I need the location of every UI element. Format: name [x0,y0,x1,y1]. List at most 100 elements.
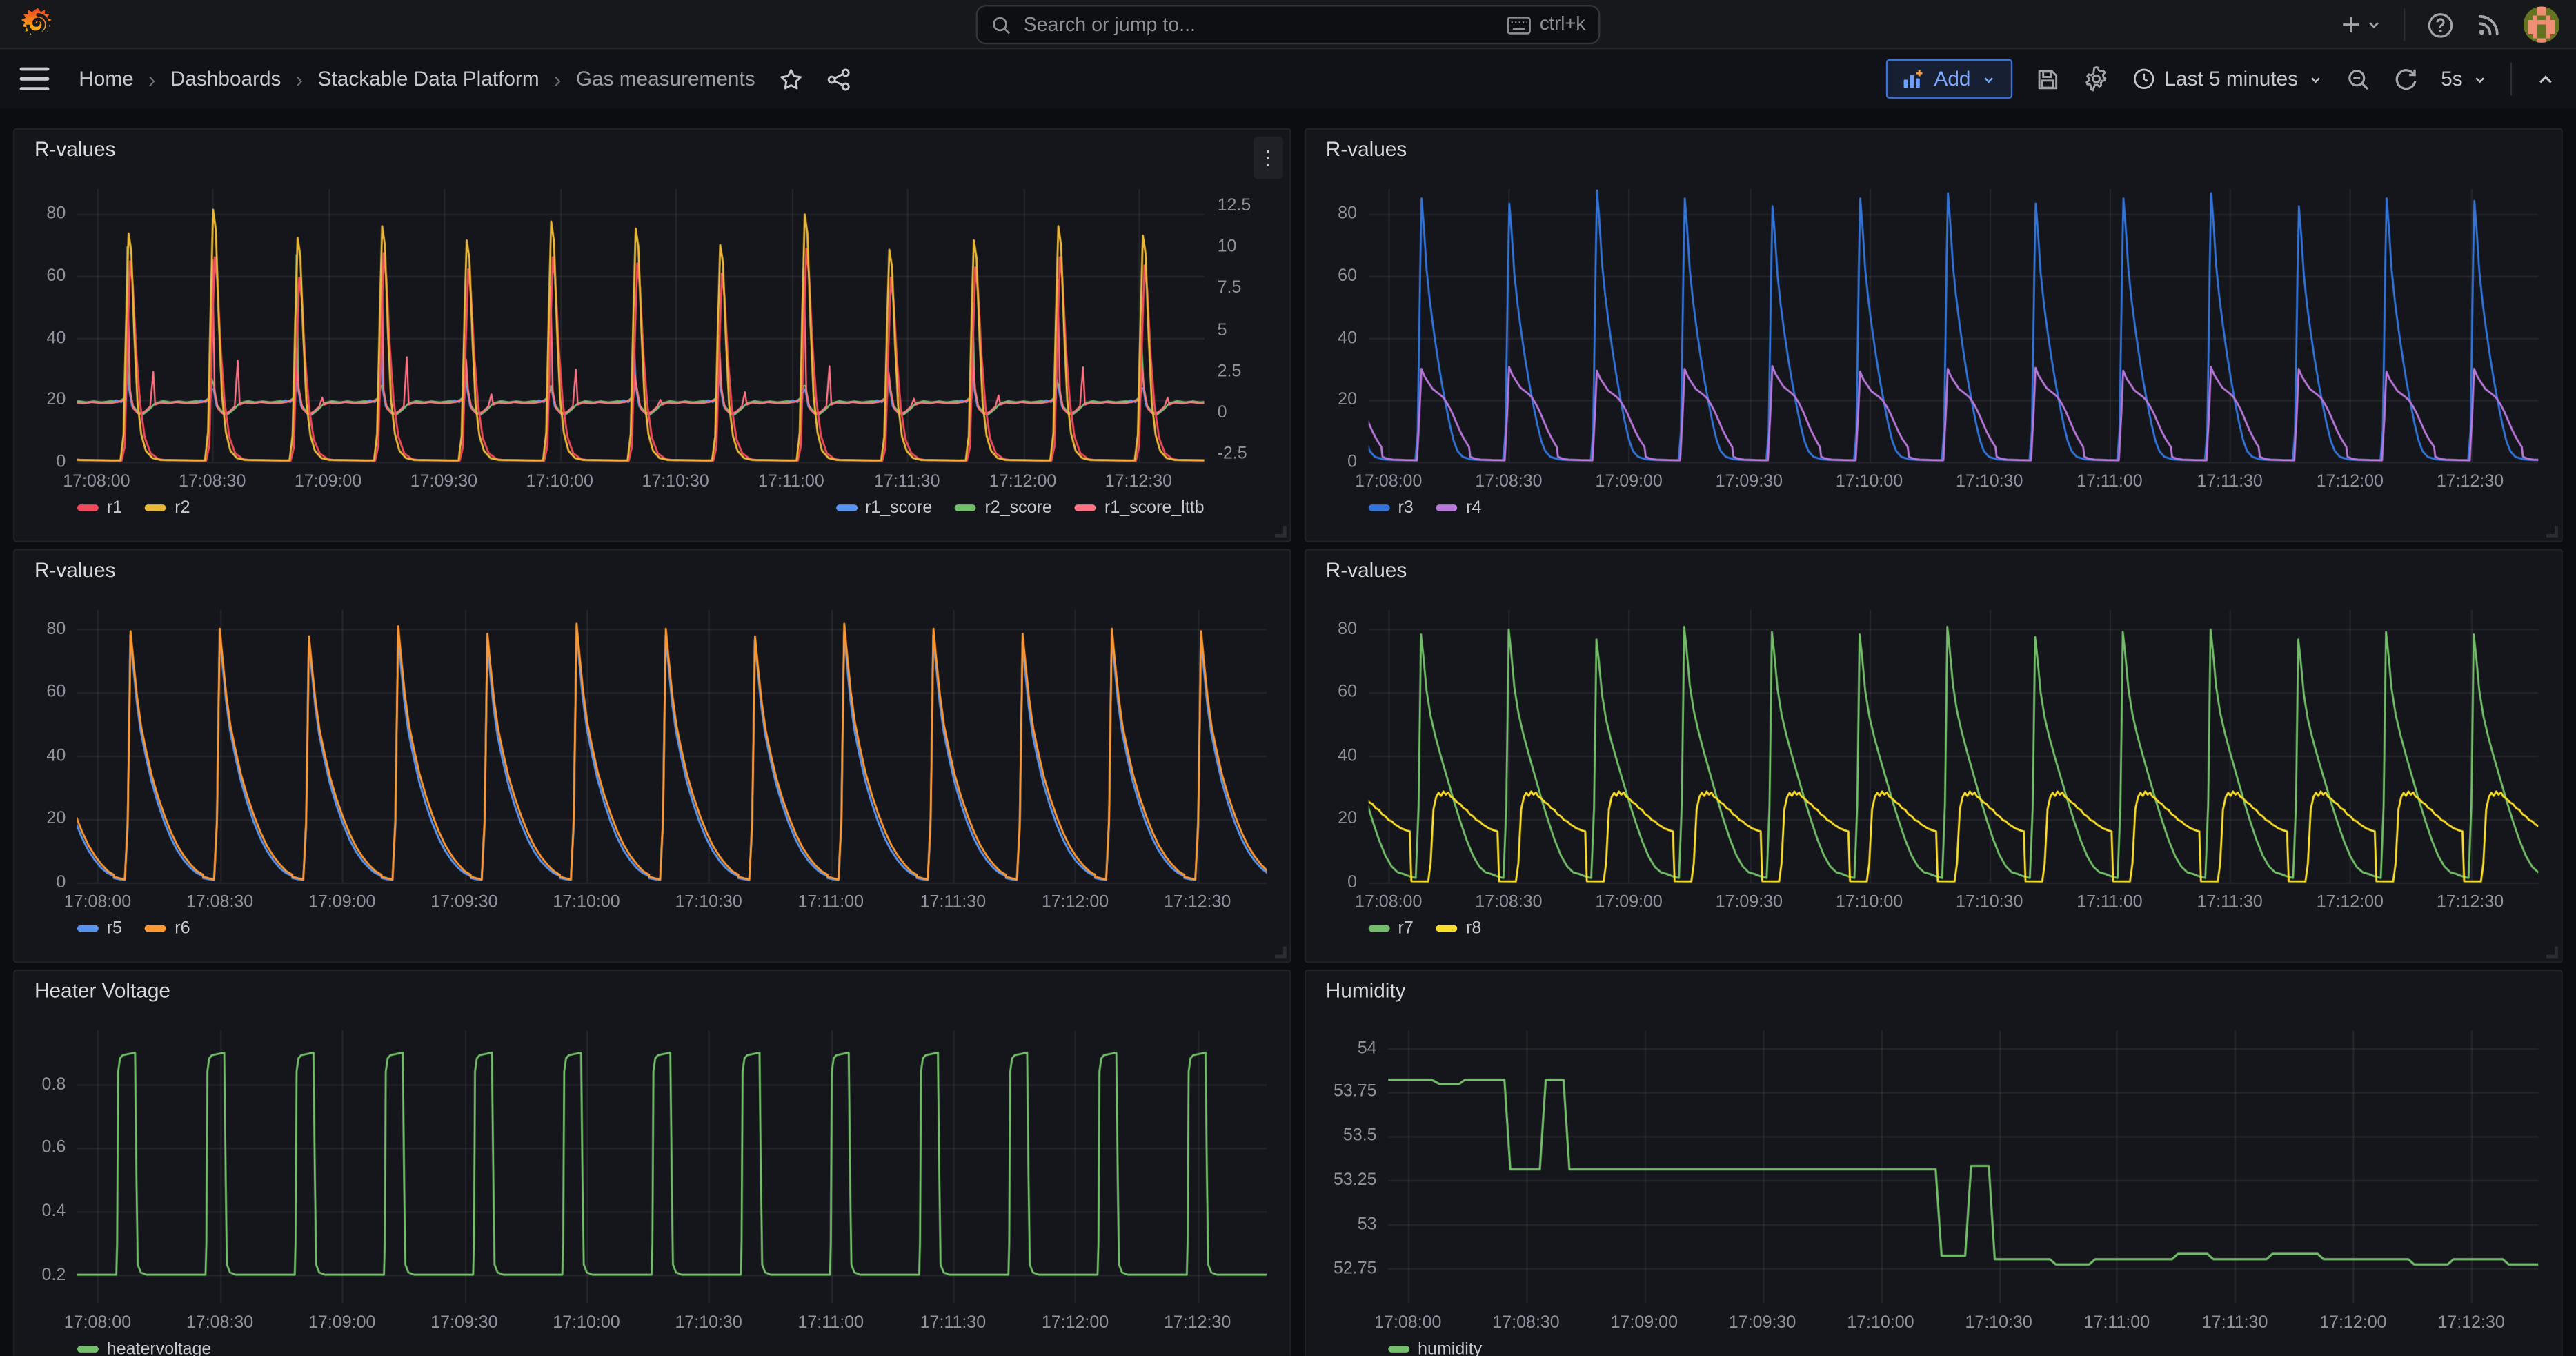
search-placeholder: Search or jump to... [1024,13,1496,36]
legend-swatch [1369,504,1390,511]
legend-swatch [1436,925,1458,932]
legend-item-heatervoltage[interactable]: heatervoltage [77,1339,211,1356]
breadcrumb-dashboards[interactable]: Dashboards [170,68,281,90]
panel-heater-voltage: Heater Voltage 0.20.40.60.817:08:0017:08… [13,970,1291,1356]
panel-title[interactable]: R-values [1306,138,2561,161]
add-panel-icon [1903,68,1924,90]
legend-item-r8[interactable]: r8 [1436,918,1481,939]
legend-item-r2_score[interactable]: r2_score [955,498,1052,518]
axis-tick-label: 17:08:30 [1475,471,1542,491]
axis-tick-label: 5 [1218,320,1227,340]
panel-humidity: Humidity 52.755353.2553.553.755417:08:00… [1305,970,2563,1356]
panel-resize-handle[interactable] [1275,947,1287,959]
breadcrumb-home[interactable]: Home [79,68,133,90]
chevron-down-icon [1981,72,1995,86]
legend-item-r1_score[interactable]: r1_score [835,498,932,518]
legend-swatch [77,504,99,511]
axis-tick-label: 17:08:00 [63,471,130,491]
legend: r7 r8 [1369,918,2539,939]
help-icon [2426,10,2454,38]
save-dashboard-button[interactable] [2034,66,2059,91]
axis-tick-label: 17:12:00 [1042,1313,1109,1333]
axis-tick-label: 17:11:00 [2077,471,2142,491]
favorite-star-button[interactable] [778,66,803,91]
refresh-button[interactable] [2393,66,2418,91]
zoom-out-button[interactable] [2346,66,2370,91]
axis-tick-label: 17:09:30 [430,892,497,912]
axis-tick-label: 40 [1338,746,1357,766]
breadcrumb-folder[interactable]: Stackable Data Platform [318,68,539,90]
axis-tick-label: 53 [1358,1214,1377,1234]
panel-title[interactable]: R-values [14,138,1289,161]
share-button[interactable] [826,66,851,91]
panel-title[interactable]: R-values [1306,559,2561,582]
legend-item-r1[interactable]: r1 [77,498,122,518]
legend-swatch [77,1346,99,1353]
news-button[interactable] [2476,12,2502,38]
axis-tick-label: 10 [1218,237,1237,257]
panel-menu-button[interactable]: ⋮ [1254,137,1283,179]
axis-tick-label: 17:12:30 [2437,1313,2504,1333]
legend-item-r3[interactable]: r3 [1369,498,1414,518]
axis-tick-label: 0 [1347,452,1357,472]
axis-tick-label: 17:11:00 [758,471,824,491]
collapse-toolbar-button[interactable] [2535,68,2556,90]
panel-resize-handle[interactable] [2546,947,2558,959]
breadcrumb-current[interactable]: Gas measurements [576,68,755,90]
menu-toggle-button[interactable] [20,68,50,90]
axis-tick-label: 17:09:00 [1595,471,1662,491]
divider [2510,62,2512,95]
avatar[interactable] [2524,7,2559,43]
dashboard-grid: R-values ⋮ 020406080-2.502.557.51012.517… [13,128,2563,1356]
refresh-interval-picker[interactable]: 5s [2441,68,2487,90]
gear-icon [2082,66,2108,92]
axis-tick-label: 17:10:30 [675,892,742,912]
axis-tick-label: 17:10:00 [1836,471,1903,491]
add-button[interactable]: Add [1886,59,2012,99]
axis-tick-label: 17:12:00 [2319,1313,2386,1333]
axis-tick-label: 80 [46,619,66,639]
axis-tick-label: 0.8 [41,1074,66,1094]
axis-tick-label: 17:09:30 [430,1313,497,1333]
panel-resize-handle[interactable] [1275,526,1287,538]
panel-resize-handle[interactable] [2546,526,2558,538]
axis-tick-label: 17:09:00 [1611,1313,1678,1333]
new-menu-button[interactable] [2339,13,2382,36]
axis-tick-label: 17:09:30 [1716,471,1783,491]
dashboard-settings-button[interactable] [2082,66,2108,92]
axis-tick-label: 60 [46,266,66,286]
legend-item-r2[interactable]: r2 [145,498,190,518]
axis-tick-label: 0.4 [41,1201,66,1221]
panel-title[interactable]: Heater Voltage [14,979,1289,1002]
time-series-plot[interactable] [14,971,1289,1355]
grafana-logo[interactable] [20,7,56,43]
legend-item-r5[interactable]: r5 [77,918,122,939]
search-input[interactable]: Search or jump to... ctrl+k [976,5,1601,44]
axis-tick-label: 52.75 [1334,1258,1377,1278]
axis-tick-label: 17:09:00 [308,892,375,912]
legend-item-r7[interactable]: r7 [1369,918,1414,939]
axis-tick-label: 17:08:30 [1475,892,1542,912]
legend-item-r6[interactable]: r6 [145,918,190,939]
help-button[interactable] [2426,10,2454,38]
axis-tick-label: 20 [1338,809,1357,829]
axis-tick-label: 17:09:00 [1595,892,1662,912]
refresh-icon [2393,66,2418,91]
time-range-picker[interactable]: Last 5 minutes [2132,68,2323,90]
panel-r-values-1: R-values ⋮ 020406080-2.502.557.51012.517… [13,128,1291,542]
axis-tick-label: 17:10:30 [1956,892,2023,912]
axis-tick-label: 20 [46,809,66,829]
legend-item-r4[interactable]: r4 [1436,498,1481,518]
time-series-plot[interactable] [1306,971,2561,1355]
axis-tick-label: 17:08:30 [186,892,253,912]
legend-item-r1_score_lttb[interactable]: r1_score_lttb [1075,498,1204,518]
axis-tick-label: 17:08:00 [64,1313,131,1333]
panel-title[interactable]: R-values [14,559,1289,582]
panel-title[interactable]: Humidity [1306,979,2561,1002]
axis-tick-label: 17:08:30 [1492,1313,1559,1333]
axis-tick-label: 17:10:00 [526,471,593,491]
axis-tick-label: 40 [46,328,66,348]
axis-tick-label: 17:10:30 [642,471,709,491]
legend-item-humidity[interactable]: humidity [1388,1339,1482,1356]
legend-swatch [955,504,977,511]
